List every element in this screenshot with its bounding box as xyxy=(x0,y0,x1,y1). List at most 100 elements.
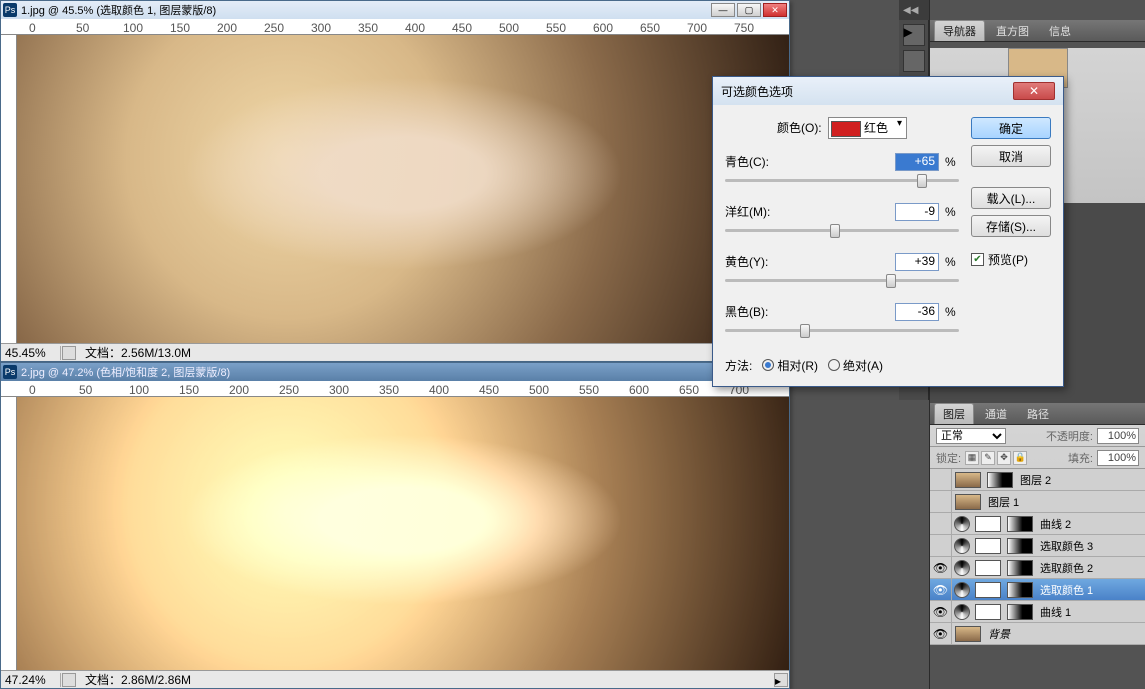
fill-field[interactable]: 100% xyxy=(1097,450,1139,466)
ps-icon: Ps xyxy=(3,3,17,17)
tab-info[interactable]: 信息 xyxy=(1040,20,1080,41)
lock-all-icon[interactable]: 🔒 xyxy=(1013,451,1027,465)
statusbar-menu-icon[interactable]: ▸ xyxy=(774,673,788,687)
mask-thumbnail[interactable] xyxy=(1007,604,1033,620)
layer-row[interactable]: 图层 1 xyxy=(930,491,1145,513)
layer-name[interactable]: 选取颜色 3 xyxy=(1040,538,1093,554)
lock-transparency-icon[interactable]: ▦ xyxy=(965,451,979,465)
blend-mode-select[interactable]: 正常 xyxy=(936,428,1006,444)
cancel-button[interactable]: 取消 xyxy=(971,145,1051,167)
ps-icon: Ps xyxy=(3,365,17,379)
load-button[interactable]: 载入(L)... xyxy=(971,187,1051,209)
tab-paths[interactable]: 路径 xyxy=(1018,403,1058,424)
close-button[interactable]: ✕ xyxy=(763,3,787,17)
lock-icons: ▦ ✎ ✥ 🔒 xyxy=(965,451,1027,465)
visibility-toggle[interactable]: 👁 xyxy=(930,623,952,645)
layer-list: 图层 2图层 1 曲线 2 选取颜色 3 👁 选取颜色 2 👁 选取颜色 1 👁 曲线 1 👁 背景 xyxy=(930,469,1145,645)
visibility-toggle[interactable] xyxy=(930,469,952,491)
visibility-toggle[interactable] xyxy=(930,535,952,557)
ruler-vertical[interactable] xyxy=(1,35,17,343)
panel-icon[interactable] xyxy=(903,50,925,72)
panel-icon[interactable]: ▶ xyxy=(903,24,925,46)
slider-value[interactable]: +39 xyxy=(895,253,939,271)
layer-thumbnail[interactable] xyxy=(975,604,1001,620)
mask-thumbnail[interactable] xyxy=(987,472,1013,488)
visibility-toggle[interactable] xyxy=(930,513,952,535)
statusbar-nav-icon[interactable] xyxy=(62,346,76,360)
visibility-toggle[interactable]: 👁 xyxy=(930,579,952,601)
layer-name[interactable]: 曲线 2 xyxy=(1040,516,1071,532)
layers-tabs: 图层 通道 路径 xyxy=(930,403,1145,425)
layer-row[interactable]: 曲线 2 xyxy=(930,513,1145,535)
slider-track[interactable] xyxy=(725,225,959,243)
mask-thumbnail[interactable] xyxy=(1007,516,1033,532)
adjustment-icon xyxy=(954,560,970,576)
slider-track[interactable] xyxy=(725,175,959,193)
adjustment-icon xyxy=(954,516,970,532)
titlebar[interactable]: Ps 1.jpg @ 45.5% (选取颜色 1, 图层蒙版/8) — ▢ ✕ xyxy=(1,1,789,19)
mask-thumbnail[interactable] xyxy=(1007,538,1033,554)
layer-name[interactable]: 曲线 1 xyxy=(1040,604,1071,620)
canvas[interactable] xyxy=(17,397,789,670)
layer-thumbnail[interactable] xyxy=(975,582,1001,598)
layer-thumbnail[interactable] xyxy=(955,494,981,510)
layer-row[interactable]: 选取颜色 3 xyxy=(930,535,1145,557)
statusbar-nav-icon[interactable] xyxy=(62,673,76,687)
ruler-horizontal[interactable]: 0 50 100 150 200 250 300 350 400 450 500… xyxy=(1,381,789,397)
ok-button[interactable]: 确定 xyxy=(971,117,1051,139)
visibility-toggle[interactable] xyxy=(930,491,952,513)
method-absolute-radio[interactable]: 绝对(A) xyxy=(828,357,883,374)
mask-thumbnail[interactable] xyxy=(1007,560,1033,576)
ruler-vertical[interactable] xyxy=(1,397,17,670)
slider-value[interactable]: -36 xyxy=(895,303,939,321)
layer-thumbnail[interactable] xyxy=(975,560,1001,576)
visibility-toggle[interactable]: 👁 xyxy=(930,601,952,623)
dialog-titlebar[interactable]: 可选颜色选项 ✕ xyxy=(713,77,1063,105)
opacity-field[interactable]: 100% xyxy=(1097,428,1139,444)
zoom-field[interactable]: 45.45% xyxy=(1,346,61,360)
maximize-button[interactable]: ▢ xyxy=(737,3,761,17)
selected-color-text: 红色 xyxy=(864,121,888,135)
layer-thumbnail[interactable] xyxy=(975,538,1001,554)
layer-name[interactable]: 图层 1 xyxy=(988,494,1019,510)
slider-track[interactable] xyxy=(725,325,959,343)
layer-row[interactable]: 👁 背景 xyxy=(930,623,1145,645)
layer-name[interactable]: 选取颜色 2 xyxy=(1040,560,1093,576)
layer-thumbnail[interactable] xyxy=(955,626,981,642)
mask-thumbnail[interactable] xyxy=(1007,582,1033,598)
lock-pixels-icon[interactable]: ✎ xyxy=(981,451,995,465)
layer-row[interactable]: 图层 2 xyxy=(930,469,1145,491)
layer-name[interactable]: 图层 2 xyxy=(1020,472,1051,488)
tab-layers[interactable]: 图层 xyxy=(934,403,974,424)
photo-content xyxy=(17,397,789,670)
doc-size-info: 文档：2.86M/2.86M xyxy=(77,671,773,688)
lock-position-icon[interactable]: ✥ xyxy=(997,451,1011,465)
preview-checkbox[interactable]: ✔预览(P) xyxy=(971,251,1051,268)
method-relative-radio[interactable]: 相对(R) xyxy=(762,357,818,374)
layer-row[interactable]: 👁 选取颜色 1 xyxy=(930,579,1145,601)
layer-thumbnail[interactable] xyxy=(975,516,1001,532)
tab-navigator[interactable]: 导航器 xyxy=(934,20,985,41)
slider-track[interactable] xyxy=(725,275,959,293)
slider-value[interactable]: -9 xyxy=(895,203,939,221)
adjustment-icon xyxy=(954,582,970,598)
layer-thumbnail[interactable] xyxy=(955,472,981,488)
canvas[interactable] xyxy=(17,35,789,343)
tab-histogram[interactable]: 直方图 xyxy=(987,20,1038,41)
layer-row[interactable]: 👁 曲线 1 xyxy=(930,601,1145,623)
layer-name[interactable]: 选取颜色 1 xyxy=(1040,582,1093,598)
ruler-horizontal[interactable]: 0 50 100 150 200 250 300 350 400 450 500… xyxy=(1,19,789,35)
layer-name[interactable]: 背景 xyxy=(988,626,1010,642)
slider-value[interactable]: +65 xyxy=(895,153,939,171)
dialog-close-button[interactable]: ✕ xyxy=(1013,82,1055,100)
opacity-label: 不透明度: xyxy=(1046,428,1093,444)
zoom-field[interactable]: 47.24% xyxy=(1,673,61,687)
save-button[interactable]: 存储(S)... xyxy=(971,215,1051,237)
photo-content xyxy=(17,35,789,343)
layer-row[interactable]: 👁 选取颜色 2 xyxy=(930,557,1145,579)
layers-panel: 正常 不透明度: 100% 锁定: ▦ ✎ ✥ 🔒 填充: 100% 图层 2图… xyxy=(930,425,1145,645)
minimize-button[interactable]: — xyxy=(711,3,735,17)
color-select[interactable]: 红色 xyxy=(828,117,907,139)
tab-channels[interactable]: 通道 xyxy=(976,403,1016,424)
visibility-toggle[interactable]: 👁 xyxy=(930,557,952,579)
